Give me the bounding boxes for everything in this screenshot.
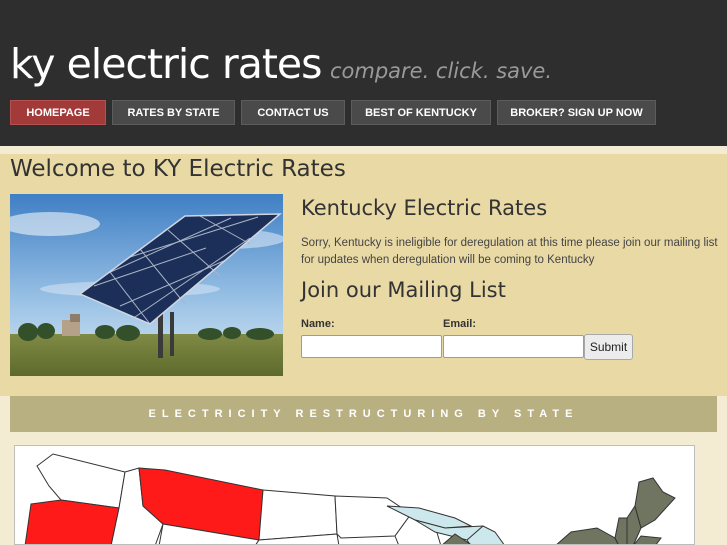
map-state-north-dakota: [258, 489, 338, 541]
solar-panel-image: [10, 194, 283, 376]
restructuring-header: ELECTRICITY RESTRUCTURING BY STATE: [10, 396, 717, 432]
kentucky-notice: Sorry, Kentucky is ineligible for deregu…: [301, 237, 718, 266]
email-input[interactable]: [443, 335, 584, 358]
name-input[interactable]: [301, 335, 442, 358]
nav-broker-sign-up[interactable]: BROKER? SIGN UP NOW: [497, 100, 656, 125]
site-header: ky electric rates compare. click. save. …: [0, 0, 727, 146]
page-title: Welcome to KY Electric Rates: [10, 156, 346, 182]
site-tagline: compare. click. save.: [329, 59, 553, 83]
submit-button[interactable]: Submit: [584, 334, 633, 360]
nav-rates-by-state[interactable]: RATES BY STATE: [112, 100, 235, 125]
kentucky-heading: Kentucky Electric Rates: [301, 196, 548, 220]
email-label: Email:: [443, 318, 477, 330]
map-state-oregon: [24, 499, 120, 544]
restructuring-title: ELECTRICITY RESTRUCTURING BY STATE: [148, 408, 579, 420]
brand[interactable]: ky electric rates compare. click. save.: [10, 40, 552, 88]
name-label: Name:: [301, 318, 335, 330]
us-restructuring-map[interactable]: [14, 445, 695, 545]
mailing-list-heading: Join our Mailing List: [301, 278, 506, 302]
main-nav: HOMEPAGE RATES BY STATE CONTACT US BEST …: [10, 100, 656, 125]
nav-contact-us[interactable]: CONTACT US: [241, 100, 345, 125]
site-title[interactable]: ky electric rates: [10, 40, 323, 88]
nav-best-of-kentucky[interactable]: BEST OF KENTUCKY: [351, 100, 491, 125]
nav-homepage[interactable]: HOMEPAGE: [10, 100, 106, 125]
header-divider: [0, 146, 727, 154]
